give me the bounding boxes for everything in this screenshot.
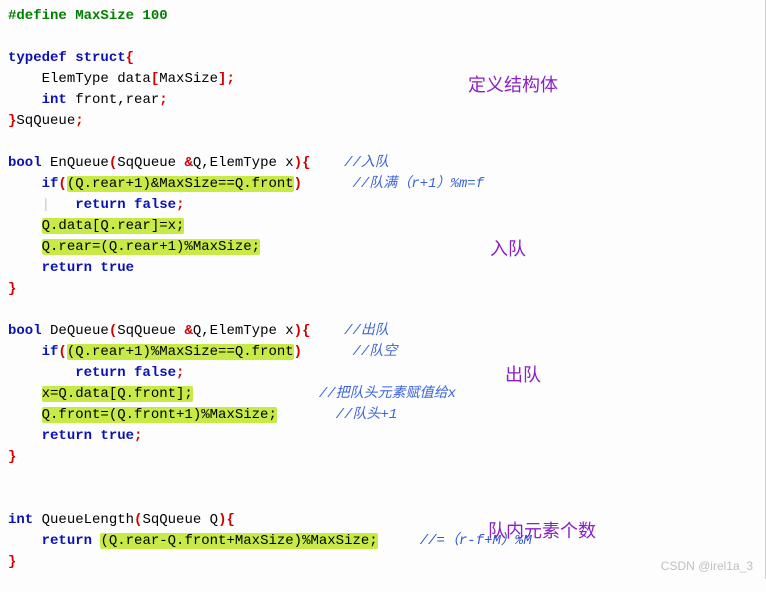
- blank-line: [8, 489, 757, 510]
- keyword-typedef: typedef struct: [8, 50, 126, 66]
- func-dequeue: DeQueue: [42, 323, 109, 339]
- code-line: ElemType data[MaxSize];: [8, 69, 757, 90]
- comment: //把队头元素赋值给x: [319, 386, 456, 402]
- code-line: x=Q.data[Q.front]; //把队头元素赋值给x: [8, 384, 757, 405]
- keyword-bool: bool: [8, 155, 42, 171]
- param: SqQueue: [117, 323, 184, 339]
- func-length: QueueLength: [33, 512, 134, 528]
- annotation-enqueue: 入队: [490, 236, 526, 263]
- param: SqQueue Q: [142, 512, 218, 528]
- brace: }: [8, 281, 16, 297]
- blank-line: [8, 132, 757, 153]
- annotation-struct: 定义结构体: [468, 72, 558, 99]
- keyword-return: return false: [75, 365, 176, 381]
- comment: //入队: [344, 155, 389, 171]
- struct-name: SqQueue: [16, 113, 75, 129]
- keyword-return: return false: [75, 197, 176, 213]
- code-line: bool EnQueue(SqQueue &Q,ElemType x){ //入…: [8, 153, 757, 174]
- amp: &: [184, 323, 192, 339]
- comment: //出队: [344, 323, 389, 339]
- code-line: }: [8, 552, 757, 573]
- stmt-hl: Q.data[Q.rear]=x;: [42, 218, 185, 234]
- cond-hl: (Q.rear+1)&MaxSize==Q.front: [67, 176, 294, 192]
- stmt-hl: x=Q.data[Q.front];: [42, 386, 193, 402]
- param: Q,ElemType x: [193, 155, 294, 171]
- field-elem: ElemType data: [42, 71, 151, 87]
- code-line: Q.data[Q.rear]=x;: [8, 216, 757, 237]
- amp: &: [184, 155, 192, 171]
- semicolon: ;: [176, 197, 184, 213]
- annotation-dequeue: 出队: [505, 362, 541, 389]
- cond-hl: (Q.rear+1)%MaxSize==Q.front: [67, 344, 294, 360]
- param: Q,ElemType x: [193, 323, 294, 339]
- expr-hl: (Q.rear-Q.front+MaxSize)%MaxSize;: [100, 533, 377, 549]
- code-line: }: [8, 447, 757, 468]
- stmt-hl: Q.front=(Q.front+1)%MaxSize;: [42, 407, 277, 423]
- field-front-rear: front,rear: [67, 92, 159, 108]
- keyword-return: return: [42, 533, 92, 549]
- stmt-hl: Q.rear=(Q.rear+1)%MaxSize;: [42, 239, 260, 255]
- paren: (: [58, 344, 66, 360]
- code-line: return false;: [8, 363, 757, 384]
- paren: ): [294, 176, 302, 192]
- keyword-int: int: [42, 92, 67, 108]
- code-line: }SqQueue;: [8, 111, 757, 132]
- paren: ){: [294, 155, 311, 171]
- code-line: int front,rear;: [8, 90, 757, 111]
- preprocessor: #define MaxSize 100: [8, 8, 168, 24]
- annotation-length: 队内元素个数: [488, 518, 596, 545]
- field-size: MaxSize: [159, 71, 218, 87]
- paren: ): [294, 344, 302, 360]
- brace: }: [8, 449, 16, 465]
- paren: ){: [218, 512, 235, 528]
- code-line: }: [8, 279, 757, 300]
- keyword-int: int: [8, 512, 33, 528]
- paren: (: [58, 176, 66, 192]
- code-line: if((Q.rear+1)&MaxSize==Q.front) //队满（r+1…: [8, 174, 757, 195]
- keyword-bool: bool: [8, 323, 42, 339]
- comment: //队头+1: [336, 407, 398, 423]
- keyword-if: if: [42, 176, 59, 192]
- paren: (: [109, 155, 117, 171]
- blank-line: [8, 468, 757, 489]
- comment: //队满（r+1）%m=f: [353, 176, 485, 192]
- blank-line: [8, 27, 757, 48]
- code-line: Q.rear=(Q.rear+1)%MaxSize;: [8, 237, 757, 258]
- paren: ){: [294, 323, 311, 339]
- brace: {: [126, 50, 134, 66]
- blank-line: [8, 300, 757, 321]
- code-line: typedef struct{: [8, 48, 757, 69]
- code-line: return true: [8, 258, 757, 279]
- code-line: int QueueLength(SqQueue Q){: [8, 510, 757, 531]
- bracket: [: [151, 71, 159, 87]
- semicolon: ;: [176, 365, 184, 381]
- keyword-return: return true: [42, 260, 134, 276]
- code-line: if((Q.rear+1)%MaxSize==Q.front) //队空: [8, 342, 757, 363]
- code-line: return (Q.rear-Q.front+MaxSize)%MaxSize;…: [8, 531, 757, 552]
- semicolon: ;: [75, 113, 83, 129]
- watermark: CSDN @irel1a_3: [661, 557, 753, 575]
- keyword-return: return true: [42, 428, 134, 444]
- brace: }: [8, 554, 16, 570]
- paren: (: [109, 323, 117, 339]
- code-line: Q.front=(Q.front+1)%MaxSize; //队头+1: [8, 405, 757, 426]
- code-line: return true;: [8, 426, 757, 447]
- comment: //队空: [353, 344, 398, 360]
- func-enqueue: EnQueue: [42, 155, 109, 171]
- semicolon: ;: [134, 428, 142, 444]
- code-line: | return false;: [8, 195, 757, 216]
- semicolon: ;: [159, 92, 167, 108]
- code-line: #define MaxSize 100: [8, 6, 757, 27]
- semicolon: ;: [226, 71, 234, 87]
- param: SqQueue: [117, 155, 184, 171]
- keyword-if: if: [42, 344, 59, 360]
- code-line: bool DeQueue(SqQueue &Q,ElemType x){ //出…: [8, 321, 757, 342]
- indent-guide: |: [42, 197, 50, 213]
